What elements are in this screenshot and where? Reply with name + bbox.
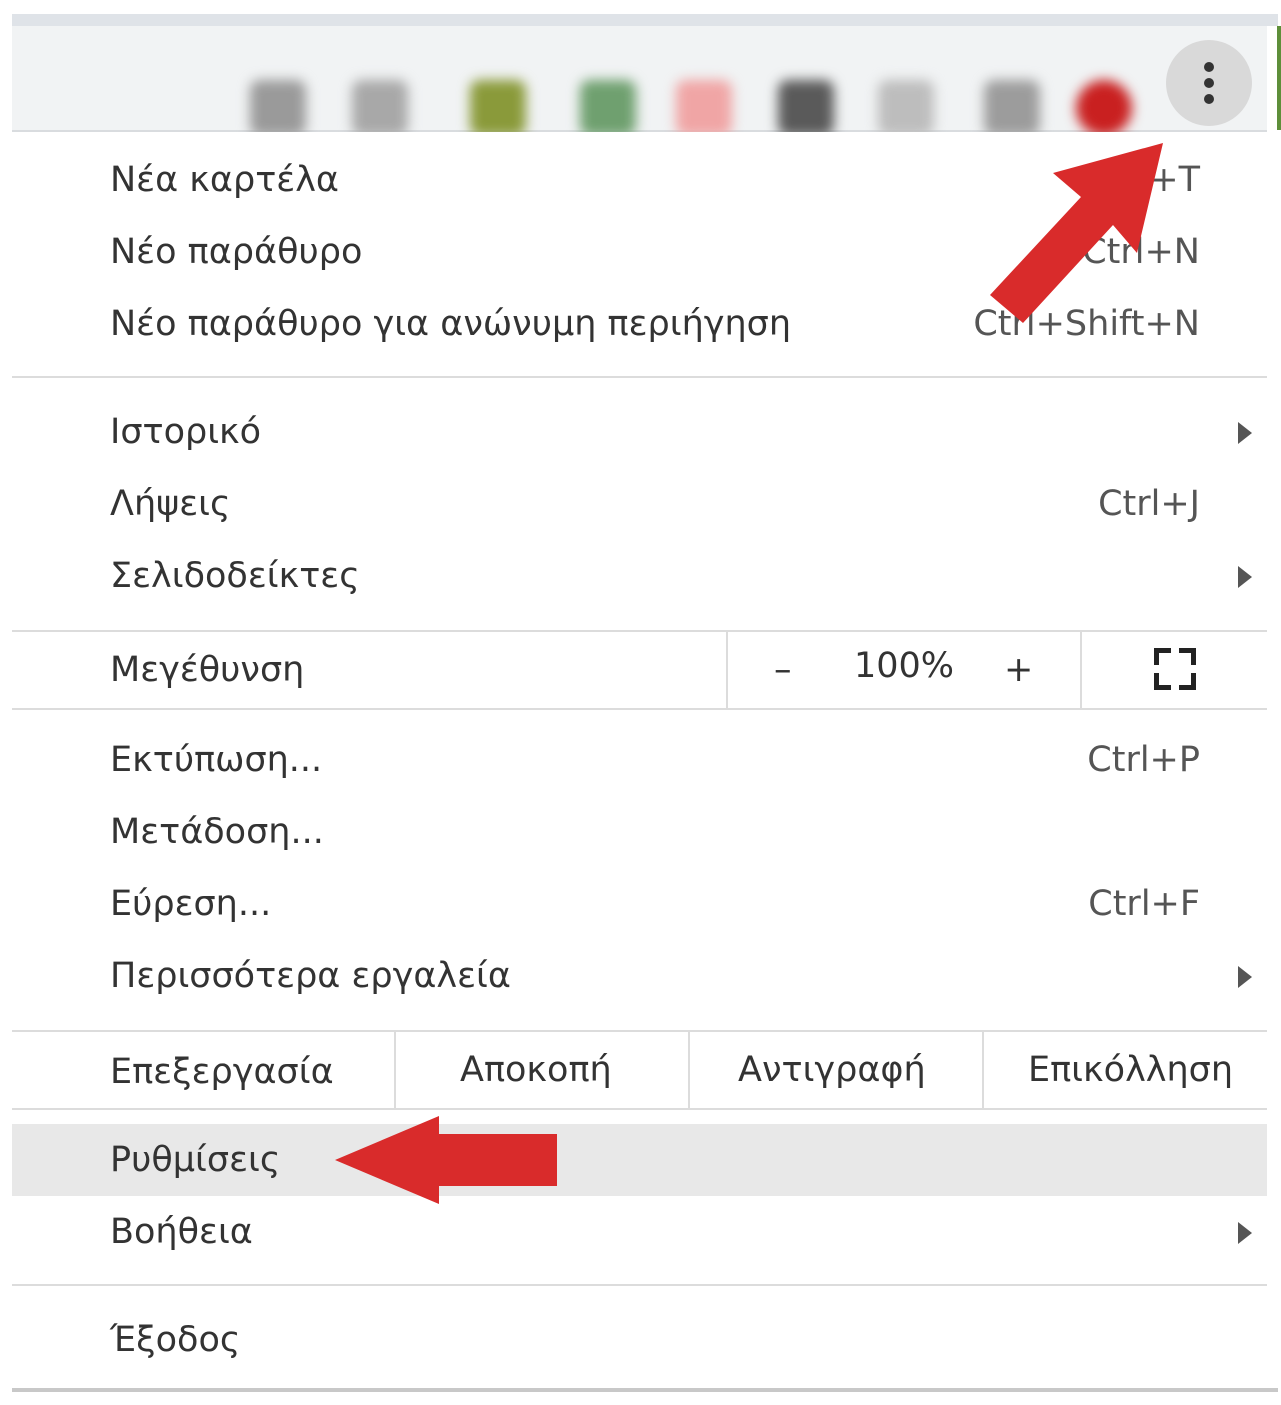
menu-item-help[interactable]: Βοήθεια — [12, 1212, 1267, 1256]
extension-icon[interactable] — [352, 80, 408, 136]
menu-separator — [12, 376, 1267, 378]
menu-item-label: Σελιδοδείκτες — [110, 556, 360, 596]
menu-item-label: Έξοδος — [110, 1320, 241, 1360]
menu-item-settings[interactable]: Ρυθμίσεις — [12, 1140, 1267, 1184]
red-arrow-annotation — [990, 143, 1163, 323]
cut-button[interactable]: Αποκοπή — [460, 1050, 612, 1090]
menu-item-label: Εύρεση... — [110, 884, 272, 924]
menu-separator — [12, 1284, 1267, 1286]
window-top-edge — [12, 14, 1278, 26]
edit-divider — [688, 1032, 690, 1108]
menu-item-history[interactable]: Ιστορικό — [12, 412, 1267, 456]
menu-item-label: Μετάδοση... — [110, 812, 324, 852]
menu-item-bookmarks[interactable]: Σελιδοδείκτες — [12, 556, 1267, 600]
red-arrow-annotation — [335, 1116, 557, 1204]
menu-item-exit[interactable]: Έξοδος — [12, 1320, 1267, 1364]
zoom-out-button[interactable]: – — [774, 650, 792, 690]
menu-item-label: Νέο παράθυρο — [110, 232, 363, 272]
menu-item-label: Εκτύπωση... — [110, 740, 323, 780]
menu-item-cast[interactable]: Μετάδοση... — [12, 812, 1267, 856]
edit-divider — [982, 1032, 984, 1108]
menu-item-label: Λήψεις — [110, 484, 231, 524]
menu-separator — [12, 1030, 1267, 1032]
copy-button[interactable]: Αντιγραφή — [738, 1050, 926, 1090]
menu-item-zoom: Μεγέθυνση — [12, 650, 1267, 694]
menu-item-print[interactable]: Εκτύπωση... Ctrl+P — [12, 740, 1267, 784]
menu-item-shortcut: Ctrl+P — [1087, 740, 1200, 780]
menu-separator — [12, 708, 1267, 710]
extension-icon[interactable] — [778, 80, 834, 136]
extension-icon[interactable] — [984, 80, 1040, 136]
menu-item-downloads[interactable]: Λήψεις Ctrl+J — [12, 484, 1267, 528]
menu-item-more-tools[interactable]: Περισσότερα εργαλεία — [12, 956, 1267, 1000]
extension-icon[interactable] — [676, 80, 732, 136]
menu-item-label: Βοήθεια — [110, 1212, 253, 1252]
zoom-divider — [1080, 632, 1082, 708]
extension-icon[interactable] — [878, 80, 934, 136]
vertical-dots-icon[interactable] — [1166, 40, 1252, 126]
menu-item-label: Περισσότερα εργαλεία — [110, 956, 511, 996]
extension-icon[interactable] — [250, 80, 306, 136]
zoom-divider — [726, 632, 728, 708]
menu-item-label: Νέα καρτέλα — [110, 160, 339, 200]
browser-toolbar — [12, 26, 1267, 136]
menu-item-label: Μεγέθυνση — [110, 650, 305, 690]
edit-divider — [394, 1032, 396, 1108]
triangle-right-icon — [1238, 1222, 1252, 1244]
menu-right-edge — [1267, 26, 1277, 1396]
menu-item-label: Ρυθμίσεις — [110, 1140, 281, 1180]
top-strip — [0, 0, 1281, 14]
menu-item-shortcut: Ctrl+F — [1088, 884, 1200, 924]
extension-icon[interactable] — [470, 80, 526, 136]
extension-icon[interactable] — [580, 80, 636, 136]
menu-separator — [12, 630, 1267, 632]
paste-button[interactable]: Επικόλληση — [1028, 1050, 1233, 1090]
menu-item-label: Νέο παράθυρο για ανώνυμη περιήγηση — [110, 304, 792, 344]
menu-item-shortcut: Ctrl+J — [1098, 484, 1200, 524]
zoom-in-button[interactable]: + — [1004, 650, 1033, 690]
menu-item-find[interactable]: Εύρεση... Ctrl+F — [12, 884, 1267, 928]
menu-item-label: Επεξεργασία — [110, 1052, 334, 1092]
triangle-right-icon — [1238, 966, 1252, 988]
menu-separator — [12, 1108, 1267, 1110]
extension-icon[interactable] — [1076, 80, 1132, 136]
zoom-level: 100% — [854, 646, 955, 686]
menu-item-label: Ιστορικό — [110, 412, 262, 452]
triangle-right-icon — [1238, 422, 1252, 444]
fullscreen-icon[interactable] — [1154, 648, 1196, 690]
triangle-right-icon — [1238, 566, 1252, 588]
menu-bottom-shadow — [12, 1388, 1278, 1392]
